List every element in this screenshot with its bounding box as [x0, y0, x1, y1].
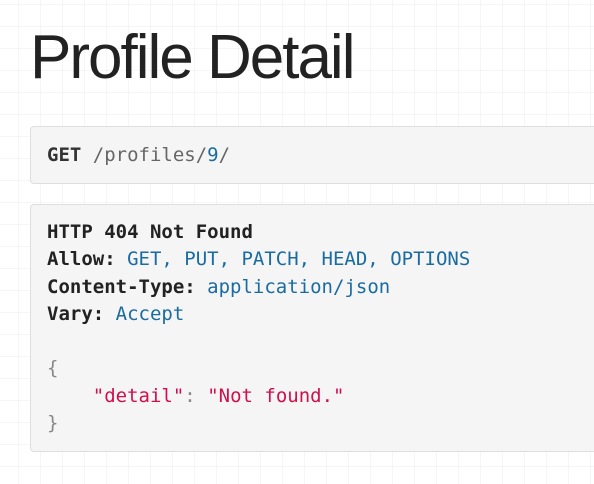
page-title: Profile Detail: [30, 23, 355, 92]
header-value: application/json: [207, 275, 391, 298]
request-path-suffix: /: [218, 144, 231, 166]
json-colon: :: [184, 384, 196, 407]
json-value: "Not found.": [207, 384, 345, 407]
header-name: Allow:: [47, 248, 116, 271]
response-header-content-type: Content-Type: application/json: [47, 274, 593, 301]
json-key: "detail": [92, 384, 185, 407]
header-value: GET, PUT, PATCH, HEAD, OPTIONS: [127, 248, 471, 271]
header-name: Vary:: [47, 302, 105, 325]
json-entry: "detail": "Not found.": [47, 383, 593, 410]
header-name: Content-Type:: [47, 275, 196, 298]
request-path-id: 9: [207, 144, 219, 166]
response-panel: HTTP 404 Not Found Allow: GET, PUT, PATCH…: [30, 204, 594, 452]
json-close-brace: }: [47, 412, 59, 435]
json-open-brace: {: [47, 357, 59, 380]
response-status-line: HTTP 404 Not Found: [47, 221, 253, 243]
request-panel: GET /profiles/9/: [30, 126, 594, 184]
request-path-prefix: /profiles/: [92, 144, 208, 166]
response-header-vary: Vary: Accept: [47, 301, 593, 328]
request-method: GET: [47, 144, 82, 166]
header-value: Accept: [115, 302, 185, 325]
response-header-allow: Allow: GET, PUT, PATCH, HEAD, OPTIONS: [47, 246, 593, 273]
